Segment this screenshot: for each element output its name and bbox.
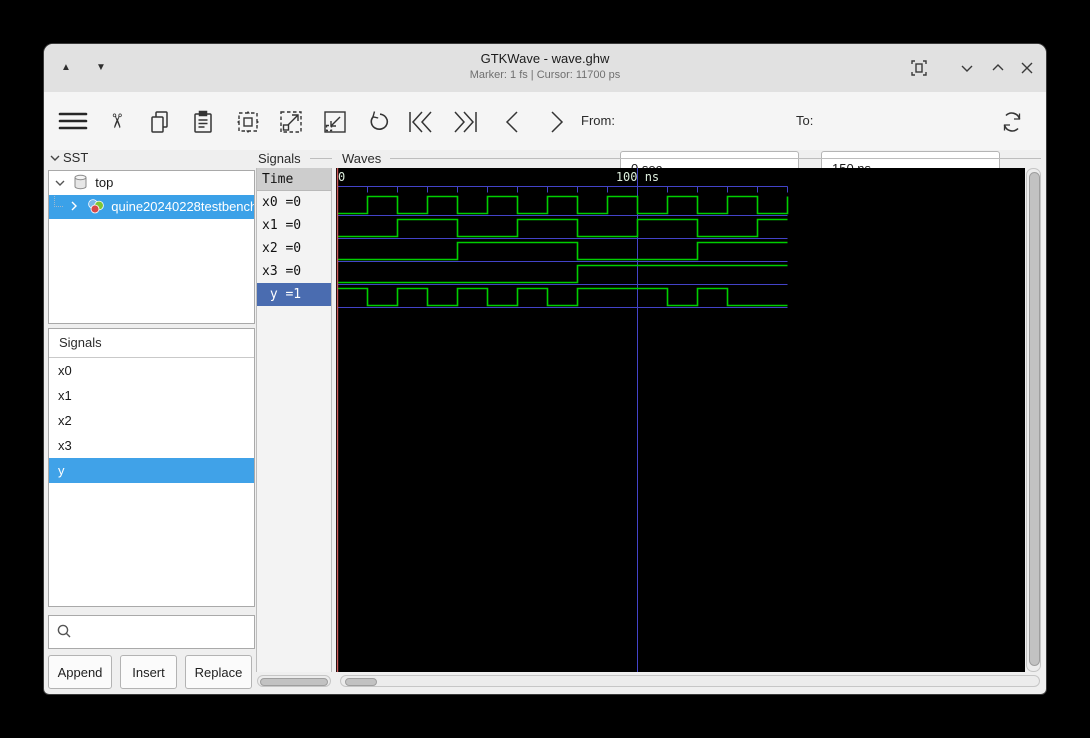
zoom-in-icon[interactable] [277, 108, 305, 136]
minimize-button[interactable] [956, 57, 978, 79]
signal-list-item-y[interactable]: y [49, 458, 254, 483]
waves-frame-label: Waves [340, 151, 384, 166]
wave-horizontal-scrollbar[interactable] [340, 675, 1040, 687]
search-box [48, 615, 255, 649]
fullscreen-button[interactable] [908, 57, 930, 79]
cylinder-icon [73, 174, 88, 195]
scrollbar-thumb[interactable] [1029, 172, 1040, 666]
signal-list: x0 x1 x2 x3 y [49, 358, 254, 483]
signal-list-header[interactable]: Signals [49, 329, 254, 358]
maximize-button[interactable] [987, 57, 1009, 79]
window-title: GTKWave - wave.ghw [480, 51, 610, 66]
waveform-x2 [337, 241, 788, 261]
signal-list-panel: Signals x0 x1 x2 x3 y [48, 328, 255, 607]
replace-button[interactable]: Replace [185, 655, 252, 689]
wave-signal-row-1[interactable]: x1 =0 [257, 214, 331, 237]
waveform-x3 [337, 264, 788, 284]
step-left-icon[interactable] [499, 108, 527, 136]
chevron-down-icon[interactable] [53, 171, 67, 195]
gtkwave-window: ▲ ▼ GTKWave - wave.ghw Marker: 1 fs | Cu… [44, 44, 1046, 694]
titlebar[interactable]: ▲ ▼ GTKWave - wave.ghw Marker: 1 fs | Cu… [44, 44, 1046, 93]
wave-vertical-scrollbar[interactable] [1026, 168, 1041, 672]
timeline-label: 0 [338, 170, 345, 184]
prev-transition-icon[interactable] [406, 108, 434, 136]
tree-node-label: quine20240228testbench [111, 199, 254, 214]
search-icon [56, 623, 73, 645]
undo-icon[interactable] [364, 108, 392, 136]
search-input[interactable] [75, 618, 251, 646]
signals-frame-label: Signals [256, 151, 303, 166]
signal-column-scrollbar[interactable] [257, 675, 331, 687]
wave-signal-rows: x0 =0 x1 =0 x2 =0 x3 =0 y =1 [257, 191, 331, 306]
scrollbar-thumb[interactable] [260, 678, 328, 686]
from-label: From: [581, 113, 615, 128]
close-icon[interactable] [1016, 57, 1038, 79]
sst-header[interactable]: SST [50, 150, 88, 168]
zoom-fit-icon[interactable] [234, 108, 262, 136]
signal-list-item-x3[interactable]: x3 [49, 433, 254, 458]
frame-line [390, 158, 1041, 159]
frame-line [310, 158, 332, 159]
reload-icon[interactable] [998, 108, 1026, 136]
step-right-icon[interactable] [544, 108, 572, 136]
window-status-text: Marker: 1 fs | Cursor: 11700 ps [469, 69, 621, 81]
to-label: To: [796, 113, 814, 128]
signal-list-item-x1[interactable]: x1 [49, 383, 254, 408]
wave-signal-row-3[interactable]: x3 =0 [257, 260, 331, 283]
wave-canvas[interactable]: 0 100 ns [336, 168, 1025, 672]
paste-icon[interactable] [189, 108, 217, 136]
sst-tree-panel[interactable]: top quine20240228testbench [48, 170, 255, 324]
package-icon [87, 198, 104, 219]
cut-icon[interactable]: ✂ [102, 108, 130, 136]
sst-header-label: SST [63, 150, 89, 165]
tree-node-label: top [95, 175, 114, 190]
waveform-x1 [337, 218, 788, 238]
append-button[interactable]: Append [48, 655, 112, 689]
chevron-right-icon[interactable] [67, 195, 81, 219]
insert-button[interactable]: Insert [120, 655, 177, 689]
chevron-down-icon [50, 150, 60, 165]
next-transition-icon[interactable] [450, 108, 478, 136]
time-header[interactable]: Time [257, 168, 331, 191]
zoom-out-icon[interactable] [321, 108, 349, 136]
tree-node-top[interactable]: top [49, 171, 254, 195]
toolbar: ✂ From: 0 sec To: 150 ns [44, 92, 1046, 185]
menu-icon[interactable] [57, 107, 88, 135]
wave-signal-row-4[interactable]: y =1 [257, 283, 331, 306]
wave-signal-row-0[interactable]: x0 =0 [257, 191, 331, 214]
scrollbar-thumb[interactable] [345, 678, 377, 686]
tree-node-testbench[interactable]: quine20240228testbench [49, 195, 254, 219]
wave-signal-name-column[interactable]: Time x0 =0 x1 =0 x2 =0 x3 =0 y =1 [256, 168, 332, 672]
desktop-background: ▲ ▼ GTKWave - wave.ghw Marker: 1 fs | Cu… [0, 0, 1090, 738]
signal-list-item-x2[interactable]: x2 [49, 408, 254, 433]
signal-list-item-x0[interactable]: x0 [49, 358, 254, 383]
timeline-label: 100 ns [616, 170, 659, 184]
copy-icon[interactable] [146, 108, 174, 136]
waveform-y [337, 287, 788, 307]
waveform-x0 [337, 195, 789, 215]
tree-connector [54, 195, 63, 207]
wave-signal-row-2[interactable]: x2 =0 [257, 237, 331, 260]
